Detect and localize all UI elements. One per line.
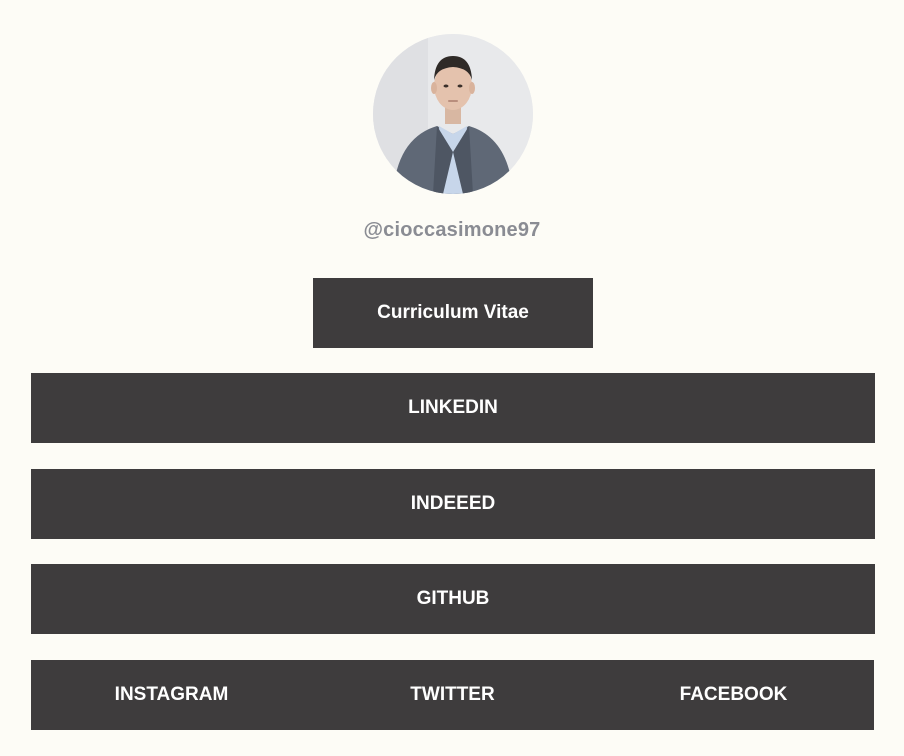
instagram-link[interactable]: INSTAGRAM — [31, 660, 312, 730]
linkedin-button[interactable]: LINKEDIN — [31, 373, 875, 443]
curriculum-vitae-button[interactable]: Curriculum Vitae — [313, 278, 593, 348]
facebook-link[interactable]: FACEBOOK — [593, 660, 874, 730]
github-button[interactable]: GITHUB — [31, 564, 875, 634]
avatar — [373, 34, 533, 194]
twitter-link[interactable]: TWITTER — [312, 660, 593, 730]
indeed-button[interactable]: INDEEED — [31, 469, 875, 539]
social-links-row: INSTAGRAM TWITTER FACEBOOK — [31, 660, 874, 730]
profile-photo-icon — [373, 34, 533, 194]
username-handle: @cioccasimone97 — [363, 219, 541, 241]
